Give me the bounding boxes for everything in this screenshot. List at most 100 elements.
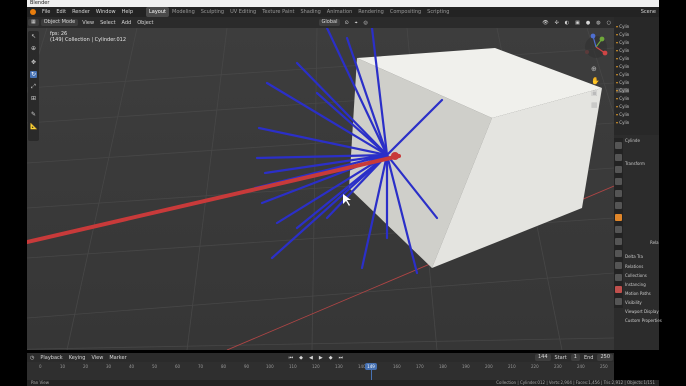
jump-start-icon[interactable]: ⏮ <box>286 355 297 361</box>
outliner-item[interactable]: ▾ Cylin <box>616 80 629 85</box>
section-relations[interactable]: Relations <box>625 264 643 269</box>
outliner-item[interactable]: ▾ Cylin <box>616 96 629 101</box>
transform-tool-icon[interactable]: ⊞ <box>30 95 37 102</box>
pivot-icon[interactable]: ⊙ <box>341 20 351 26</box>
world-tab-icon[interactable] <box>615 202 622 209</box>
outliner-item[interactable]: ▾ Cylin <box>616 112 629 117</box>
cursor-tool-icon[interactable]: ⊕ <box>30 45 37 52</box>
timeline-editor-icon[interactable]: ◷ <box>27 355 37 361</box>
tick-label: 230 <box>554 364 562 369</box>
rotate-tool-icon[interactable]: ↻ <box>30 71 37 78</box>
select-box-icon[interactable]: ↖ <box>30 33 37 40</box>
section-custom-properties[interactable]: Custom Properties <box>625 318 662 323</box>
shading-rendered-icon[interactable]: ○ <box>604 20 614 26</box>
output-tab-icon[interactable] <box>615 166 622 173</box>
menu-render[interactable]: Render <box>69 7 93 17</box>
prev-key-icon[interactable]: ◆ <box>296 355 306 361</box>
menu-timeline-view[interactable]: View <box>88 355 106 361</box>
timeline-ruler[interactable]: 0 10 20 30 40 50 60 70 80 90 100 110 120… <box>27 362 614 380</box>
outliner-item[interactable]: ▾ Cylin <box>616 32 629 37</box>
scale-tool-icon[interactable]: ⤢ <box>30 83 37 90</box>
menu-add[interactable]: Add <box>119 20 135 26</box>
section-delta-transform[interactable]: Delta Tra <box>625 254 643 259</box>
move-tool-icon[interactable]: ✥ <box>30 59 37 66</box>
tab-layout[interactable]: Layout <box>146 7 169 17</box>
object-name-field[interactable]: Cylinde <box>625 138 640 143</box>
section-transform[interactable]: Transform <box>625 161 645 166</box>
physics-tab-icon[interactable] <box>615 250 622 257</box>
section-instancing[interactable]: Instancing <box>625 282 646 287</box>
tab-modeling[interactable]: Modeling <box>169 7 198 17</box>
tab-scripting[interactable]: Scripting <box>424 7 452 17</box>
section-viewport-display[interactable]: Viewport Display <box>625 309 659 314</box>
menu-playback[interactable]: Playback <box>37 355 65 361</box>
material-tab-icon[interactable] <box>615 286 622 293</box>
window-title: Blender <box>30 0 50 6</box>
proportional-icon[interactable]: ◎ <box>361 20 371 26</box>
current-frame-field[interactable]: 144 <box>534 354 551 361</box>
xray-icon[interactable]: ▣ <box>572 20 583 26</box>
scene-selector[interactable]: Scene <box>638 7 659 17</box>
relations-label-cut: Rela <box>650 240 659 245</box>
menu-keying[interactable]: Keying <box>66 355 89 361</box>
outliner-item-selected[interactable]: ▾ Cylin <box>616 88 630 93</box>
outliner-item[interactable]: ▾ Cylin <box>616 72 629 77</box>
play-reverse-icon[interactable]: ◀ <box>306 355 316 361</box>
tab-uv-editing[interactable]: UV Editing <box>227 7 259 17</box>
visibility-icon[interactable]: 👁 <box>539 20 551 26</box>
blender-logo-icon[interactable] <box>30 9 36 15</box>
outliner-item[interactable]: ▾ Cylin <box>616 24 629 29</box>
outliner-item[interactable]: ▾ Cylin <box>616 40 629 45</box>
particles-tab-icon[interactable] <box>615 238 622 245</box>
tab-rendering[interactable]: Rendering <box>355 7 387 17</box>
editor-type-icon[interactable]: ▦ <box>28 19 39 26</box>
menu-file[interactable]: File <box>39 7 53 17</box>
annotate-tool-icon[interactable]: ✎ <box>30 111 37 118</box>
constraints-tab-icon[interactable] <box>615 262 622 269</box>
section-motion-paths[interactable]: Motion Paths <box>625 291 651 296</box>
data-tab-icon[interactable] <box>615 274 622 281</box>
menu-view[interactable]: View <box>79 20 97 26</box>
3d-viewport[interactable]: ⊕ ✋ ▣ ▦ <box>27 28 614 350</box>
object-tab-icon[interactable] <box>615 214 622 221</box>
outliner-item[interactable]: ▾ Cylin <box>616 120 629 125</box>
texture-tab-icon[interactable] <box>615 298 622 305</box>
tab-animation[interactable]: Animation <box>324 7 356 17</box>
modifier-tab-icon[interactable] <box>615 226 622 233</box>
object-mode-dropdown[interactable]: Object Mode <box>40 19 79 26</box>
tab-texture-paint[interactable]: Texture Paint <box>259 7 297 17</box>
tool-tab-icon[interactable] <box>615 142 622 149</box>
menu-window[interactable]: Window <box>93 7 119 17</box>
scene-tab-icon[interactable] <box>615 190 622 197</box>
tab-sculpting[interactable]: Sculpting <box>198 7 227 17</box>
gizmo-icon[interactable]: ✣ <box>552 20 562 26</box>
transform-orientation-dropdown[interactable]: Global <box>318 19 341 26</box>
end-frame-field[interactable]: 250 <box>597 354 613 361</box>
next-key-icon[interactable]: ◆ <box>326 355 336 361</box>
menu-marker[interactable]: Marker <box>106 355 129 361</box>
tick-label: 30 <box>106 364 112 369</box>
overlay-icon[interactable]: ◐ <box>562 20 572 26</box>
menu-edit[interactable]: Edit <box>53 7 69 17</box>
measure-tool-icon[interactable]: 📐 <box>30 123 37 130</box>
outliner-item[interactable]: ▾ Cylin <box>616 64 629 69</box>
outliner-item[interactable]: ▾ Cylin <box>616 56 629 61</box>
shading-material-icon[interactable]: ◍ <box>593 20 603 26</box>
menu-help[interactable]: Help <box>119 7 136 17</box>
jump-end-icon[interactable]: ⏭ <box>336 355 347 361</box>
section-collections[interactable]: Collections <box>625 273 647 278</box>
outliner-item[interactable]: ▾ Cylin <box>616 48 629 53</box>
menu-object[interactable]: Object <box>134 20 156 26</box>
snap-icon[interactable]: ⌖ <box>352 20 361 26</box>
tab-shading[interactable]: Shading <box>297 7 323 17</box>
menu-select[interactable]: Select <box>97 20 118 26</box>
playhead[interactable]: 149 <box>365 363 377 370</box>
section-visibility[interactable]: Visibility <box>625 300 642 305</box>
play-icon[interactable]: ▶ <box>316 355 326 361</box>
outliner-item[interactable]: ▾ Cylin <box>616 104 629 109</box>
view-layer-tab-icon[interactable] <box>615 178 622 185</box>
render-tab-icon[interactable] <box>615 154 622 161</box>
tab-compositing[interactable]: Compositing <box>387 7 424 17</box>
shading-solid-icon[interactable]: ● <box>583 20 593 26</box>
start-frame-field[interactable]: 1 <box>570 354 580 361</box>
